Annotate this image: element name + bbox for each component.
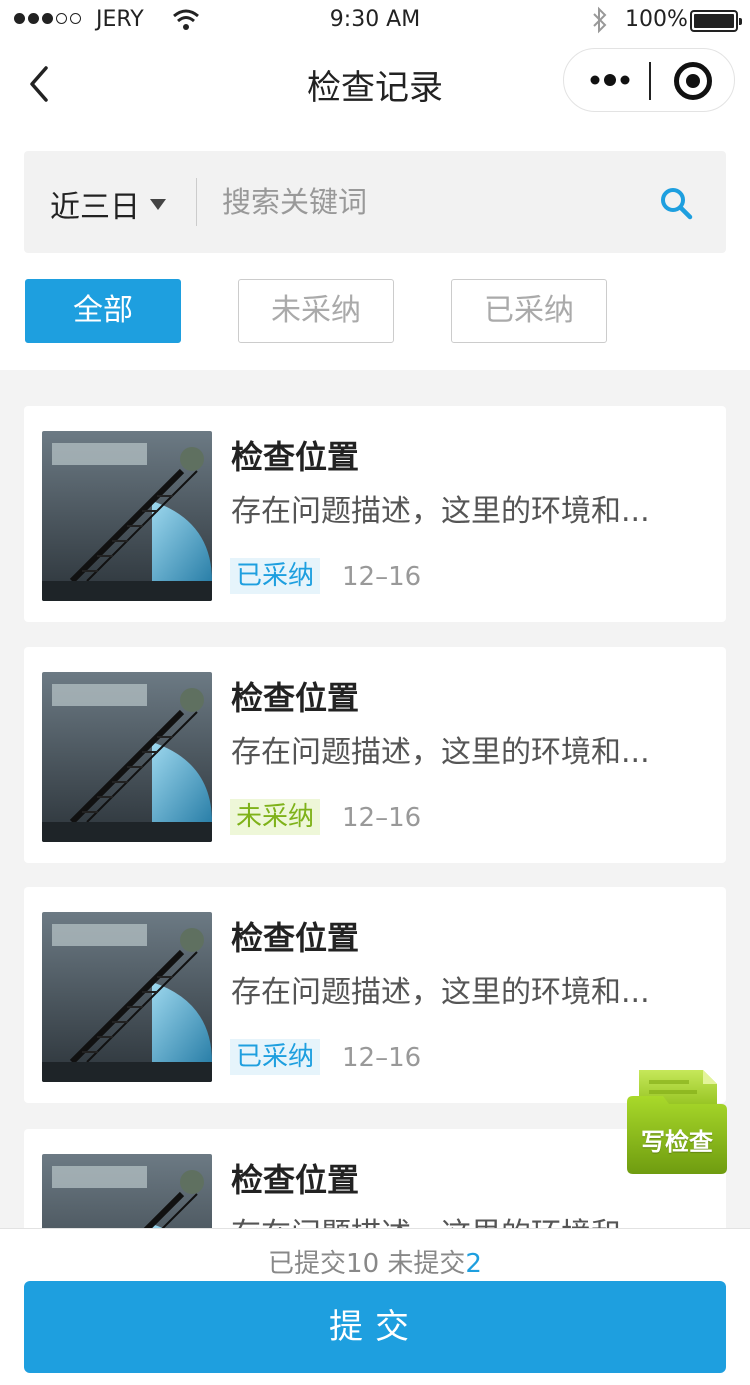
record-title: 检查位置: [231, 1161, 360, 1199]
tab-not-adopted[interactable]: 未采纳: [238, 279, 394, 343]
search-divider: [196, 178, 197, 226]
record-date: 12–16: [342, 803, 422, 833]
close-miniprogram-icon[interactable]: [674, 62, 712, 100]
status-badge: 未采纳: [230, 799, 321, 835]
record-title: 检查位置: [231, 919, 360, 957]
submitted-count: 10: [346, 1249, 380, 1279]
record-card[interactable]: 检查位置 存在问题描述，这里的环境和... 已采纳 12–16: [24, 406, 726, 622]
record-thumbnail: [42, 672, 212, 842]
bottom-bar: 已提交10 未提交2 提交: [0, 1228, 750, 1385]
submission-summary: 已提交10 未提交2: [0, 1243, 750, 1280]
record-description: 存在问题描述，这里的环境和...: [231, 975, 650, 1010]
more-icon[interactable]: [590, 69, 630, 91]
status-badge: 已采纳: [230, 558, 321, 594]
search-input[interactable]: [222, 179, 642, 225]
battery-icon: [690, 10, 742, 32]
record-description: 存在问题描述，这里的环境和...: [231, 735, 650, 770]
submitted-label: 已提交: [268, 1249, 347, 1279]
record-thumbnail: [42, 431, 212, 601]
tab-adopted[interactable]: 已采纳: [451, 279, 607, 343]
miniprogram-capsule: [563, 48, 735, 112]
capsule-divider: [649, 62, 651, 100]
record-card[interactable]: 检查位置 存在问题描述，这里的环境和... 未采纳 12–16: [24, 647, 726, 863]
tab-all[interactable]: 全部: [25, 279, 181, 343]
write-check-label: 写检查: [641, 1128, 713, 1156]
search-icon[interactable]: [658, 185, 694, 221]
record-card[interactable]: 检查位置 存在问题描述，这里的环境和... 已采纳 12–16: [24, 887, 726, 1103]
date-filter-dropdown[interactable]: 近三日: [50, 182, 166, 226]
bluetooth-icon: [593, 6, 607, 34]
date-filter-label: 近三日: [50, 190, 140, 225]
battery-percent: 100%: [625, 7, 688, 32]
write-check-button[interactable]: 写检查: [627, 1068, 727, 1176]
pending-label: 未提交: [387, 1249, 466, 1279]
record-thumbnail: [42, 912, 212, 1082]
search-bar: 近三日: [24, 151, 726, 253]
pending-count: 2: [465, 1249, 482, 1279]
record-date: 12–16: [342, 1043, 422, 1073]
submit-button[interactable]: 提交: [24, 1281, 726, 1373]
status-badge: 已采纳: [230, 1039, 321, 1075]
record-title: 检查位置: [231, 438, 360, 476]
record-date: 12–16: [342, 562, 422, 592]
nav-bar: 检查记录: [0, 40, 750, 128]
record-description: 存在问题描述，这里的环境和...: [231, 494, 650, 529]
caret-down-icon: [150, 198, 166, 210]
record-title: 检查位置: [231, 679, 360, 717]
status-bar: JERY 9:30 AM 100%: [0, 0, 750, 40]
